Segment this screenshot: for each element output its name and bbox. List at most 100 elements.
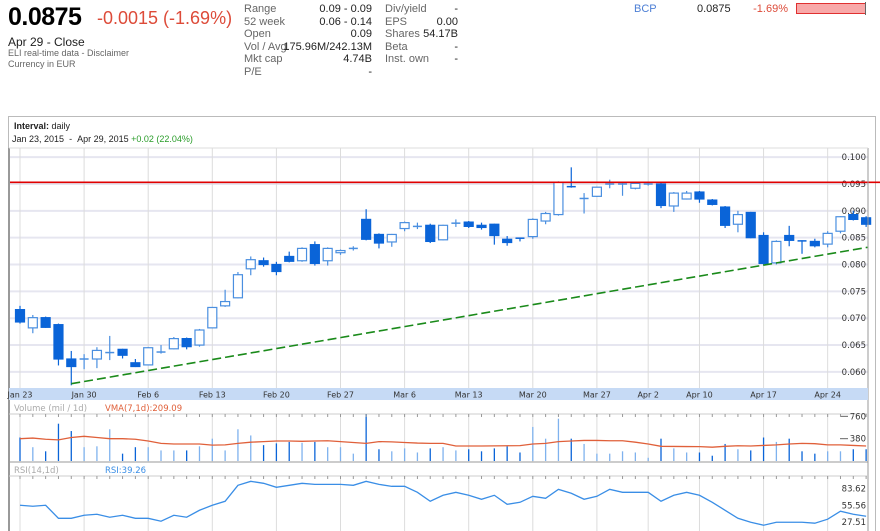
rsi-tick-label: 55.56 (842, 501, 866, 511)
candle (27, 314, 38, 334)
candle-body (463, 221, 474, 227)
candle (681, 190, 692, 200)
candle (527, 218, 538, 239)
y-tick-label: 0.085 (842, 234, 866, 244)
candle-body (309, 244, 320, 265)
candle (245, 256, 256, 276)
candle-body (809, 240, 820, 247)
candle-body (373, 233, 385, 244)
rsi-panel-title: RSI(14,1d) (14, 466, 59, 476)
rsi-line (19, 480, 867, 526)
volume-tick-label: 380 (850, 435, 866, 445)
candle-body (425, 224, 436, 243)
candle-body (861, 217, 872, 225)
candle (605, 179, 615, 189)
candle-body (40, 317, 51, 328)
candle (861, 216, 872, 227)
candle (386, 233, 397, 247)
candle (784, 225, 795, 247)
y-tick-label: 0.075 (842, 287, 866, 297)
candle-body (630, 182, 641, 189)
candle (296, 247, 308, 262)
x-tick-label: Mar 6 (393, 391, 416, 400)
candle-body (591, 186, 603, 197)
x-tick-label: Apr 10 (686, 391, 713, 400)
candle (105, 335, 115, 361)
candle-body (758, 234, 769, 265)
candle (425, 223, 436, 244)
candle-body (53, 324, 64, 360)
candle (732, 210, 744, 233)
candle (707, 199, 718, 206)
y-tick-label: 0.095 (842, 180, 866, 190)
candle (373, 233, 385, 249)
candle-body (168, 338, 179, 350)
candle-body (220, 300, 231, 307)
candle (40, 316, 51, 328)
candle (809, 238, 820, 248)
candle-body (399, 222, 410, 230)
volume-panel-title: Volume (mil / 1d) (14, 404, 87, 414)
candle-body (322, 247, 333, 262)
candle-body (694, 191, 705, 200)
candle (515, 237, 525, 242)
x-tick-label: Feb 13 (199, 391, 226, 400)
candle (322, 247, 333, 266)
candle-body (245, 259, 256, 270)
candle-body (66, 358, 77, 368)
candle (130, 359, 141, 368)
candle (181, 337, 192, 350)
candle-body (719, 206, 731, 226)
candle-body (27, 317, 38, 329)
candle (694, 190, 705, 203)
candle-body (489, 223, 500, 237)
candle (437, 224, 449, 241)
candle (117, 348, 128, 359)
x-tick-label: Jan 30 (71, 391, 97, 400)
candle (655, 182, 667, 209)
candle (591, 186, 603, 197)
candle (194, 328, 205, 347)
candle (463, 221, 474, 228)
candle-body (553, 181, 564, 216)
candle (156, 345, 166, 354)
candle-body (335, 249, 346, 254)
candle-body (14, 309, 26, 323)
candle-body (130, 362, 141, 368)
candle (618, 182, 628, 196)
candle (284, 251, 295, 263)
candle-body (732, 213, 744, 225)
candle (797, 240, 807, 254)
candle (207, 306, 218, 329)
volume-tick-label: 760 (850, 412, 866, 422)
candle (91, 347, 103, 369)
candle (630, 182, 641, 190)
candle-body (835, 216, 846, 232)
candle-body (502, 238, 513, 244)
candle-body (476, 224, 487, 229)
candle (168, 336, 179, 350)
rsi-tick-label: 83.62 (842, 484, 866, 494)
vma-line (19, 435, 867, 448)
rsi-tick-label: 27.51 (842, 518, 866, 528)
candle-body (822, 232, 833, 245)
x-tick-label: Feb 20 (263, 391, 290, 400)
x-tick-label: Apr 2 (637, 391, 658, 400)
candle-body (117, 348, 128, 356)
candle (540, 211, 551, 225)
candle (14, 305, 26, 324)
candle-body (296, 247, 308, 262)
candle-body (668, 192, 679, 207)
candle (553, 181, 564, 216)
candle-body (361, 218, 372, 240)
candle-body (386, 233, 397, 243)
rsi-readout: RSI:39.26 (105, 466, 146, 476)
candle (66, 350, 77, 386)
candle (835, 216, 846, 234)
candle (232, 272, 244, 299)
candle (361, 209, 372, 241)
candle (822, 231, 833, 248)
stock-chart[interactable]: 0.1000.0950.0900.0850.0800.0750.0700.065… (0, 0, 880, 531)
candle-body (540, 212, 551, 222)
candle-body (527, 218, 538, 238)
